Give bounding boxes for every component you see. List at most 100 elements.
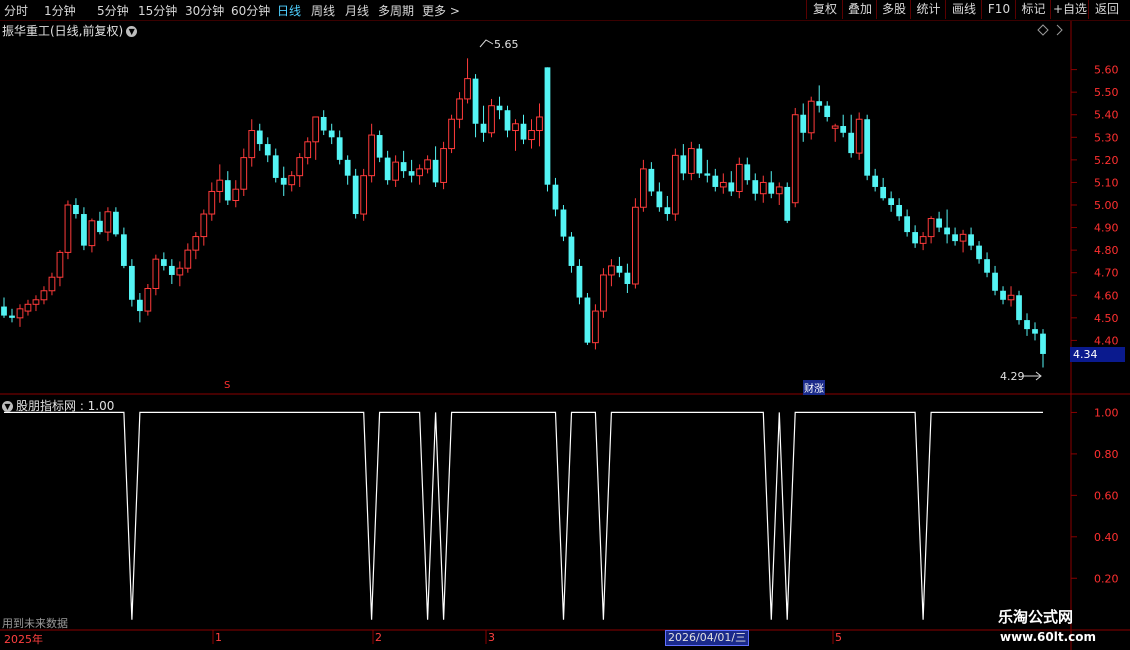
candle-down — [128, 265, 135, 300]
candle-down — [496, 105, 503, 111]
candle-down — [1, 306, 7, 316]
add-watchlist-button[interactable]: +自选 — [1050, 0, 1089, 19]
candle-down — [840, 126, 847, 133]
indicator-tick-label: 0.40 — [1094, 531, 1119, 544]
overlay-button[interactable]: 叠加 — [842, 0, 877, 19]
candle-up — [32, 299, 40, 305]
candle-down — [472, 78, 479, 124]
candle-down — [336, 137, 343, 160]
candle-down — [256, 130, 263, 145]
candle-up — [448, 118, 455, 150]
tab-5min[interactable]: 5分钟 — [97, 2, 129, 19]
indicator-tick-label: 0.80 — [1094, 448, 1119, 461]
price-tick-label: 5.40 — [1094, 109, 1119, 122]
candle-up — [176, 267, 184, 276]
f10-button[interactable]: F10 — [981, 0, 1016, 19]
x-label-month: 3 — [488, 631, 495, 644]
candle-down — [520, 123, 527, 140]
candle-down — [912, 232, 919, 244]
candle-down — [968, 234, 974, 246]
candle-down — [936, 218, 942, 228]
candle-up — [248, 130, 256, 159]
tab-15min[interactable]: 15分钟 — [138, 2, 177, 19]
tab-60min[interactable]: 60分钟 — [231, 2, 270, 19]
candle-down — [560, 209, 567, 237]
candle-up — [719, 181, 727, 188]
mark-button[interactable]: 标记 — [1015, 0, 1051, 19]
chevron-right-icon[interactable] — [1056, 24, 1063, 36]
draw-button[interactable]: 画线 — [945, 0, 982, 19]
candlestick-series — [1, 58, 1046, 368]
candle-up — [807, 100, 815, 134]
candle-down — [616, 265, 623, 273]
candle-up — [184, 249, 192, 269]
tab-daily[interactable]: 日线 — [277, 2, 301, 19]
candle-up — [240, 157, 248, 190]
candle-up — [416, 168, 423, 177]
high-price-label: 5.65 — [494, 38, 519, 51]
back-button[interactable]: 返回 — [1088, 0, 1125, 19]
candle-down — [680, 155, 687, 174]
tab-fenshi[interactable]: 分时 — [4, 2, 28, 19]
candle-up — [288, 175, 296, 186]
candle-down — [896, 205, 903, 217]
tab-1min[interactable]: 1分钟 — [44, 2, 76, 19]
candle-down — [728, 182, 735, 192]
candle-down — [384, 157, 391, 181]
indicator-tick-label: 1.00 — [1094, 406, 1119, 419]
candle-down — [328, 130, 335, 138]
low-arrow-icon — [1023, 371, 1042, 381]
news-badge[interactable]: 财涨 — [803, 380, 825, 395]
multi-stock-button[interactable]: 多股 — [876, 0, 911, 19]
chart-canvas: 5.60 5.50 5.40 5.30 5.20 5.10 5.00 4.90 4.80 4.70… — [0, 20, 1130, 650]
tab-more[interactable]: 更多 > — [422, 2, 460, 19]
candle-up — [144, 288, 152, 312]
chevron-down-icon[interactable]: ▼ — [126, 26, 138, 37]
candle-down — [944, 227, 950, 235]
low-price-label: 4.29 — [1000, 370, 1025, 383]
indicator-tick-label: 0.60 — [1094, 489, 1119, 502]
diamond-icon[interactable] — [1037, 24, 1049, 36]
candle-down — [544, 67, 551, 185]
candle-up — [536, 116, 543, 132]
candle-up — [88, 220, 96, 247]
sell-marker: S — [224, 380, 231, 391]
candle-up — [440, 148, 447, 183]
candle-up — [464, 78, 471, 100]
x-label-month: 5 — [835, 631, 842, 644]
candle-up — [927, 218, 935, 238]
candle-down — [264, 144, 271, 156]
stats-button[interactable]: 统计 — [910, 0, 946, 19]
candle-down — [648, 168, 655, 192]
candle-down — [1032, 329, 1038, 334]
candle-up — [791, 114, 799, 204]
candle-up — [208, 190, 216, 215]
tab-weekly[interactable]: 周线 — [311, 2, 335, 19]
candle-down — [376, 135, 383, 158]
candle-down — [81, 214, 87, 246]
candle-down — [976, 245, 982, 260]
price-tick-label: 4.60 — [1094, 289, 1119, 302]
price-tick-label: 5.00 — [1094, 199, 1119, 212]
candle-up — [24, 303, 32, 312]
tab-multi-period[interactable]: 多周期 — [378, 2, 414, 19]
candle-up — [488, 105, 495, 134]
candle-up — [200, 213, 208, 238]
candle-down — [712, 175, 719, 187]
chevron-down-icon[interactable]: ▼ — [2, 401, 13, 412]
tab-30min[interactable]: 30分钟 — [185, 2, 224, 19]
price-tick-label: 5.60 — [1094, 64, 1119, 77]
tab-monthly[interactable]: 月线 — [345, 2, 369, 19]
candle-down — [904, 216, 911, 233]
fuquan-button[interactable]: 复权 — [806, 0, 843, 19]
candle-down — [168, 265, 175, 275]
candle-down — [624, 272, 631, 284]
price-tick-label: 4.80 — [1094, 244, 1119, 257]
price-tick-label: 4.70 — [1094, 267, 1119, 280]
candle-up — [304, 141, 312, 159]
candle-up — [959, 233, 967, 242]
candle-down — [272, 155, 279, 178]
future-data-note: 用到未来数据 — [2, 617, 68, 630]
indicator-title: 股朋指标网 : 1.00 — [16, 399, 115, 413]
candle-down — [97, 220, 103, 233]
